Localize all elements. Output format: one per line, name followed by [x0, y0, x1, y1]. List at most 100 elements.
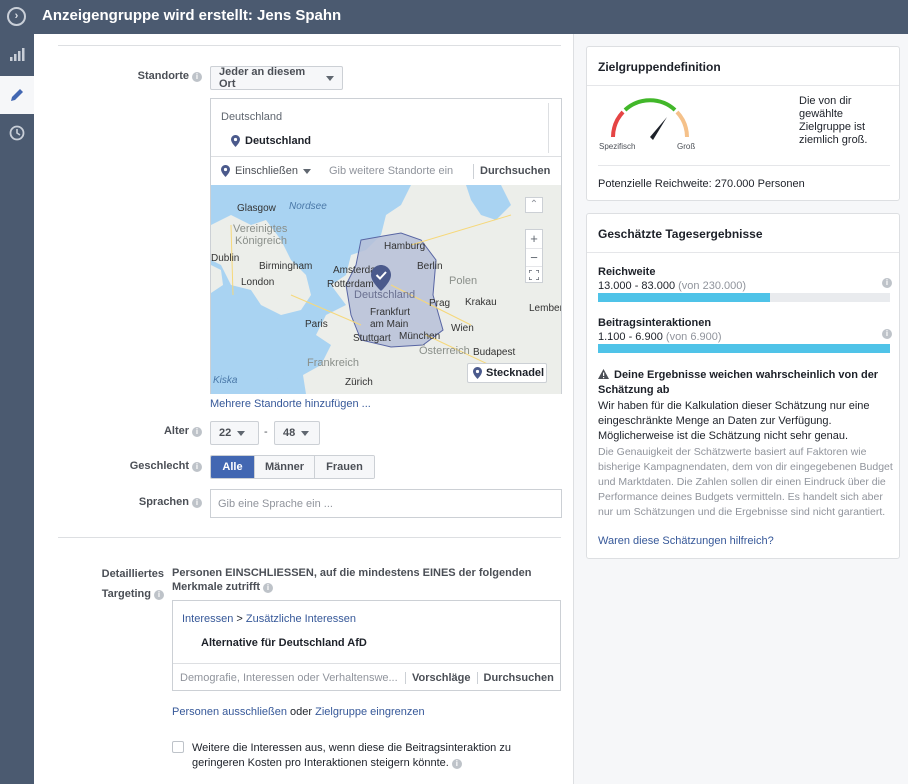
include-dropdown[interactable]: Einschließen [211, 165, 329, 177]
engagement-value: 1.100 - 6.900 (von 6.900) [598, 331, 722, 343]
location-scope-dropdown[interactable]: Jeder an diesem Ort [210, 66, 343, 90]
map-label: Stuttgart [353, 333, 391, 344]
gender-selector: Alle Männer Frauen [210, 455, 375, 479]
info-icon[interactable]: i [192, 462, 202, 472]
audience-definition-title: Zielgruppendefinition [598, 60, 721, 74]
map-label: München [399, 331, 441, 342]
gender-all-button[interactable]: Alle [211, 456, 254, 478]
map-label: Prag [429, 298, 451, 309]
zoom-out-button[interactable]: − [526, 248, 542, 266]
locations-label: Standorte i [94, 70, 202, 82]
reach-total: (von 230.000) [678, 280, 747, 292]
breadcrumb-interests[interactable]: Interessen [182, 613, 233, 625]
age-to-dropdown[interactable]: 48 [274, 421, 320, 445]
info-icon[interactable]: i [192, 498, 202, 508]
chart-icon [10, 48, 25, 61]
warning-text: Wir haben für die Kalkulation dieser Sch… [598, 400, 870, 442]
exclude-people-link[interactable]: Personen ausschließen [172, 706, 287, 718]
targeting-box: Interessen > Zusätzliche Interessen Alte… [172, 600, 561, 691]
nav-edit[interactable] [0, 76, 34, 114]
map-label: Hamburg [384, 241, 426, 252]
drop-pin-label: Stecknadel [486, 367, 545, 379]
info-icon[interactable]: i [263, 583, 274, 593]
location-map[interactable]: Glasgow Nordsee Vereinigtes Königreich D… [211, 185, 561, 394]
breadcrumb-additional-interests[interactable]: Zusätzliche Interessen [246, 613, 356, 625]
map-label: Dublin [211, 253, 240, 264]
map-label: Frankreich [307, 357, 359, 369]
age-separator: - [264, 426, 268, 438]
pin-icon [231, 135, 240, 147]
map-label: Wien [451, 323, 474, 334]
map-label: Polen [449, 275, 478, 287]
estimate-note: Die Genauigkeit der Schätzwerte basiert … [598, 446, 893, 518]
age-from-dropdown[interactable]: 22 [210, 421, 259, 445]
estimates-feedback-link[interactable]: Waren diese Schätzungen hilfreich? [598, 535, 774, 547]
targeting-search-input[interactable]: Demografie, Interessen oder Verhaltenswe… [173, 672, 405, 684]
reach-bar [598, 293, 890, 302]
info-icon[interactable]: i [882, 278, 892, 288]
add-multiple-locations-link[interactable]: Mehrere Standorte hinzufügen ... [210, 398, 371, 410]
reach-label: Reichweite [598, 266, 656, 278]
reach-range: 13.000 - 83.000 [598, 280, 676, 292]
reach-value: 13.000 - 83.000 (von 230.000) [598, 280, 746, 292]
browse-targeting-button[interactable]: Durchsuchen [476, 671, 560, 684]
reach-bar-fill [598, 293, 771, 302]
warning-title: Deine Ergebnisse weichen wahrscheinlich … [598, 369, 879, 396]
divider [58, 45, 561, 46]
pencil-icon [11, 89, 23, 101]
audience-gauge [611, 98, 689, 140]
map-label: Vereinigtes [233, 223, 288, 235]
gender-male-button[interactable]: Männer [254, 456, 314, 478]
zoom-in-button[interactable]: + [526, 230, 542, 248]
map-label: Birmingham [259, 261, 313, 272]
daily-estimates-card: Geschätzte Tagesergebnisse Reichweite i … [586, 213, 900, 559]
daily-estimates-title: Geschätzte Tagesergebnisse [598, 227, 763, 241]
browse-locations-button[interactable]: Durchsuchen [473, 163, 550, 179]
suggestions-button[interactable]: Vorschläge [405, 671, 477, 684]
scrollbar[interactable] [548, 103, 549, 153]
nav-history[interactable] [0, 114, 34, 152]
map-label: London [241, 277, 275, 288]
drop-pin-button[interactable]: Stecknadel [467, 363, 547, 383]
nav-reports[interactable] [0, 36, 34, 74]
chevron-down-icon [237, 430, 246, 436]
location-group-heading: Deutschland [221, 111, 283, 123]
map-label: Berlin [417, 261, 443, 272]
language-input[interactable]: Gib eine Sprache ein ... [210, 489, 562, 518]
narrow-audience-link[interactable]: Zielgruppe eingrenzen [315, 706, 424, 718]
audience-description: Die von dir gewählte Zielgruppe ist ziem… [799, 95, 868, 146]
engagement-range: 1.100 - 6.900 [598, 331, 663, 343]
gauge-specific-label: Spezifisch [599, 142, 636, 151]
map-zoom-controls: + − [525, 229, 543, 283]
detailed-targeting-label-line2: Targeting [101, 588, 151, 600]
divider [587, 85, 899, 86]
targeting-item[interactable]: Alternative für Deutschland AfD [201, 637, 367, 649]
fullscreen-button[interactable] [526, 266, 542, 283]
map-scroll-up-button[interactable]: ⌃ [525, 197, 543, 213]
map-label: Kiska [213, 375, 238, 386]
targeting-description: Personen EINSCHLIESSEN, auf die mindeste… [172, 566, 552, 594]
location-scope-value: Jeder an diesem Ort [219, 66, 306, 90]
map-label: Budapest [473, 347, 516, 358]
targeting-links: Personen ausschließen oder Zielgruppe ei… [172, 706, 425, 718]
expand-interests-checkbox[interactable] [172, 741, 184, 753]
divider [587, 252, 899, 253]
info-icon[interactable]: i [451, 759, 462, 769]
info-icon[interactable]: i [192, 72, 202, 82]
engagement-bar [598, 344, 890, 353]
info-icon[interactable]: i [154, 590, 164, 600]
location-box: Deutschland Deutschland Einschließen Gib… [210, 98, 562, 394]
gender-female-button[interactable]: Frauen [314, 456, 374, 478]
map-pin-icon[interactable] [371, 265, 391, 291]
audience-definition-card: Zielgruppendefinition Spezifisch Groß Di… [586, 46, 900, 201]
info-icon[interactable]: i [192, 427, 202, 437]
location-search-input[interactable]: Gib weitere Standorte ein [329, 165, 473, 177]
info-icon[interactable]: i [882, 329, 892, 339]
map-label: Glasgow [237, 203, 276, 214]
map-label: Krakau [465, 297, 497, 308]
selected-location[interactable]: Deutschland [231, 135, 311, 147]
map-label: Österreich [419, 345, 470, 357]
include-mode-value: Einschließen [235, 165, 298, 177]
divider [598, 165, 890, 166]
collapse-nav-icon[interactable]: › [7, 7, 26, 26]
